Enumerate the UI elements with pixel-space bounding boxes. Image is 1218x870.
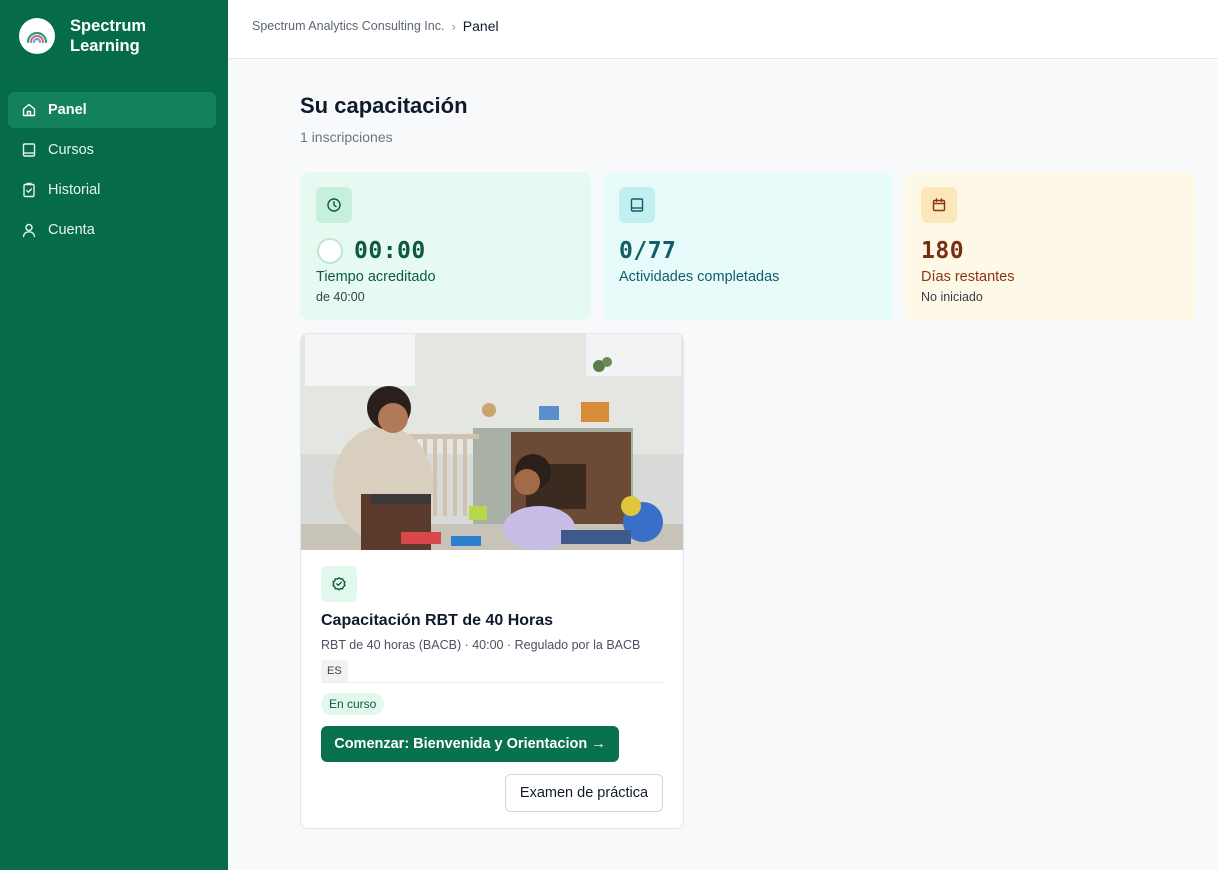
stat-card-activities: 0/77 Actividades completadas <box>603 172 893 320</box>
breadcrumb-current: Panel <box>462 18 499 34</box>
stat-note: No iniciado <box>921 290 983 304</box>
clipboard-check-icon <box>21 182 37 198</box>
stat-card-days: 180 Días restantes No iniciado <box>905 172 1196 320</box>
progress-ring <box>317 238 343 264</box>
course-title[interactable]: Capacitación RBT de 40 Horas <box>321 612 553 630</box>
stat-value: 00:00 <box>354 238 426 264</box>
divider <box>321 682 665 683</box>
page-subtitle: 1 inscripciones <box>300 129 393 145</box>
course-image <box>301 334 683 550</box>
brand-name: Spectrum Learning <box>70 17 147 55</box>
sidebar-item-label: Historial <box>48 182 101 198</box>
sidebar-item-historial[interactable]: Historial <box>8 172 216 208</box>
home-icon <box>21 102 37 118</box>
brand[interactable]: Spectrum Learning <box>19 16 170 56</box>
sidebar-item-cursos[interactable]: Cursos <box>8 132 216 168</box>
stat-label: Actividades completadas <box>619 269 780 285</box>
sidebar-item-label: Cursos <box>48 142 94 158</box>
badge-check-icon <box>321 566 357 602</box>
book-icon <box>21 142 37 158</box>
sidebar-item-label: Panel <box>48 102 87 118</box>
user-icon <box>21 222 37 238</box>
status-badge: En curso <box>321 693 385 715</box>
start-course-button[interactable]: Comenzar: Bienvenida y Orientacion → <box>321 726 619 762</box>
breadcrumb: Spectrum Analytics Consulting Inc. › Pan… <box>252 18 499 34</box>
book-icon <box>619 187 655 223</box>
stat-label: Tiempo acreditado <box>316 269 436 285</box>
sidebar: Spectrum Learning Panel Cursos Historial… <box>0 0 228 870</box>
rainbow-logo <box>19 18 55 54</box>
clock-icon <box>316 187 352 223</box>
calendar-icon <box>921 187 957 223</box>
stat-value: 180 <box>921 238 965 264</box>
sidebar-item-panel[interactable]: Panel <box>8 92 216 128</box>
topbar: Spectrum Analytics Consulting Inc. › Pan… <box>228 0 1218 59</box>
course-meta: RBT de 40 horas (BACB) · 40:00 · Regulad… <box>321 638 641 652</box>
practice-exam-button[interactable]: Examen de práctica <box>505 774 663 812</box>
sidebar-item-cuenta[interactable]: Cuenta <box>8 212 216 248</box>
course-card: Capacitación RBT de 40 Horas RBT de 40 h… <box>300 333 684 829</box>
language-badge: ES <box>321 660 348 682</box>
stat-label: Días restantes <box>921 269 1015 285</box>
page-title: Su capacitación <box>300 93 468 118</box>
sidebar-nav: Panel Cursos Historial Cuenta <box>8 92 216 252</box>
sidebar-item-label: Cuenta <box>48 222 95 238</box>
breadcrumb-separator: › <box>451 18 456 34</box>
stat-note: de 40:00 <box>316 290 365 304</box>
stat-card-time: 00:00 Tiempo acreditado de 40:00 <box>300 172 591 320</box>
stat-value: 0/77 <box>619 238 677 264</box>
breadcrumb-org[interactable]: Spectrum Analytics Consulting Inc. <box>252 19 444 33</box>
